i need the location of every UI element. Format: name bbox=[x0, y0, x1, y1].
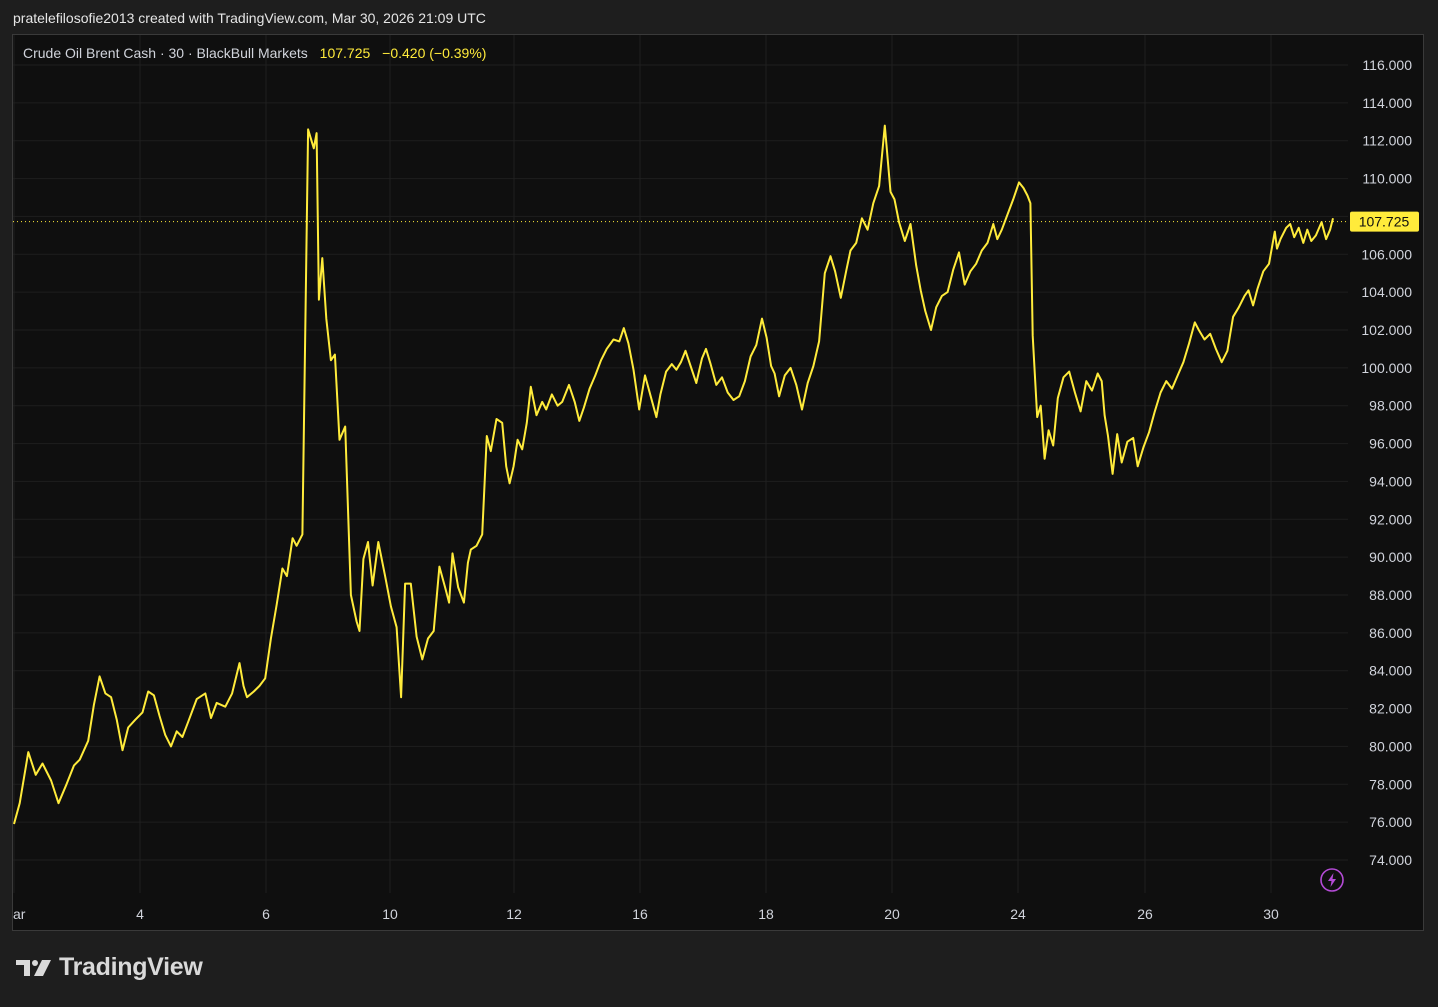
price-chart[interactable]: 116.000114.000112.000110.000108.000106.0… bbox=[13, 35, 1424, 931]
time-tick-label: 6 bbox=[262, 906, 270, 922]
price-tick-label: 90.000 bbox=[1369, 549, 1412, 565]
symbol-title: Crude Oil Brent Cash · 30 · BlackBull Ma… bbox=[23, 45, 308, 61]
price-tick-label: 76.000 bbox=[1369, 814, 1412, 830]
time-tick-label: 16 bbox=[632, 906, 648, 922]
price-tick-label: 82.000 bbox=[1369, 701, 1412, 717]
last-price-badge-text: 107.725 bbox=[1359, 214, 1410, 230]
legend-last-price: 107.725 bbox=[319, 45, 371, 61]
price-tick-label: 106.000 bbox=[1361, 246, 1412, 262]
grid-layer bbox=[13, 35, 1348, 893]
chart-frame[interactable]: 116.000114.000112.000110.000108.000106.0… bbox=[12, 34, 1424, 931]
time-tick-label: 10 bbox=[382, 906, 398, 922]
time-tick-label: 4 bbox=[136, 906, 144, 922]
logo-text: TradingView bbox=[59, 953, 203, 981]
time-tick-label: 20 bbox=[884, 906, 900, 922]
price-tick-label: 86.000 bbox=[1369, 625, 1412, 641]
price-axis: 116.000114.000112.000110.000108.000106.0… bbox=[1361, 57, 1412, 868]
price-tick-label: 114.000 bbox=[1362, 95, 1412, 111]
price-tick-label: 88.000 bbox=[1369, 587, 1412, 603]
tradingview-logo[interactable]: TradingView bbox=[15, 953, 203, 982]
lightning-bolt-icon[interactable] bbox=[1320, 868, 1344, 892]
series-layer bbox=[13, 124, 1334, 825]
last-price-layer: 107.725 bbox=[1350, 211, 1419, 232]
time-tick-label: 12 bbox=[506, 906, 522, 922]
price-tick-label: 102.000 bbox=[1361, 322, 1412, 338]
chart-legend: Crude Oil Brent Cash · 30 · BlackBull Ma… bbox=[23, 45, 486, 61]
time-tick-label: 18 bbox=[758, 906, 774, 922]
chart-attribution: pratelefilosofie2013 created with Tradin… bbox=[13, 10, 486, 26]
time-tick-label: ar bbox=[13, 906, 26, 922]
price-tick-label: 100.000 bbox=[1361, 360, 1412, 376]
price-tick-label: 110.000 bbox=[1362, 171, 1412, 187]
price-tick-label: 84.000 bbox=[1369, 663, 1412, 679]
price-tick-label: 96.000 bbox=[1369, 436, 1412, 452]
price-tick-label: 116.000 bbox=[1362, 57, 1412, 73]
time-tick-label: 26 bbox=[1137, 906, 1153, 922]
price-tick-label: 78.000 bbox=[1369, 776, 1412, 792]
price-tick-label: 104.000 bbox=[1361, 284, 1412, 300]
price-tick-label: 80.000 bbox=[1369, 738, 1412, 754]
price-tick-label: 92.000 bbox=[1369, 511, 1412, 527]
price-tick-label: 112.000 bbox=[1362, 133, 1412, 149]
price-tick-label: 98.000 bbox=[1369, 398, 1412, 414]
time-axis: ar 4 6 10 12 16 18 20 24 26 30 bbox=[13, 906, 1279, 922]
time-tick-label: 30 bbox=[1263, 906, 1279, 922]
price-tick-label: 94.000 bbox=[1369, 473, 1412, 489]
time-tick-label: 24 bbox=[1010, 906, 1026, 922]
price-series-line[interactable] bbox=[13, 124, 1334, 825]
legend-change: −0.420 (−0.39%) bbox=[382, 45, 487, 61]
tradingview-logo-icon bbox=[16, 959, 51, 976]
price-tick-label: 74.000 bbox=[1369, 852, 1412, 868]
